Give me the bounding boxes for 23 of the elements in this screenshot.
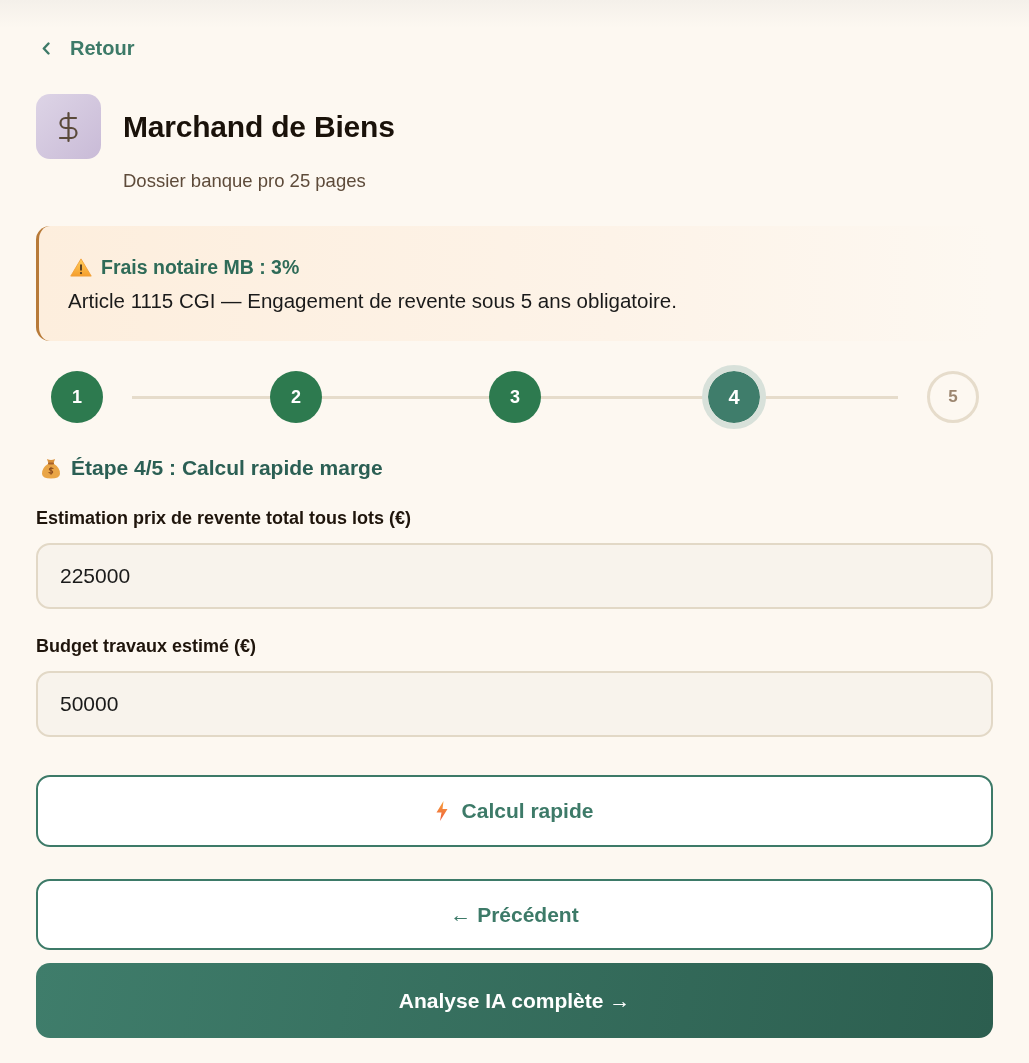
dollar-icon xyxy=(36,94,101,159)
money-bag-icon xyxy=(41,457,61,479)
warning-icon xyxy=(70,257,92,277)
quick-calc-button[interactable]: Calcul rapide xyxy=(36,775,993,847)
step-indicator: 4 xyxy=(702,365,766,429)
step-indicator: 2 xyxy=(270,371,322,423)
input-field[interactable]: 50000 xyxy=(36,671,993,737)
chevron-left-icon xyxy=(42,41,50,55)
step-indicator: 3 xyxy=(489,371,541,423)
field-label: Estimation prix de revente total tous lots (€) xyxy=(36,507,413,529)
step-indicator: 5 xyxy=(927,371,979,423)
notice-title: Frais notaire MB : 3% xyxy=(101,255,300,279)
previous-button[interactable]: ← Précédent xyxy=(36,879,993,950)
step-heading: Étape 4/5 : Calcul rapide marge xyxy=(71,455,383,481)
page-subtitle: Dossier banque pro 25 pages xyxy=(123,170,367,192)
lightning-icon xyxy=(435,801,448,821)
field-label: Budget travaux estimé (€) xyxy=(36,635,258,657)
back-link[interactable]: Retour xyxy=(42,36,135,60)
page-title: Marchand de Biens xyxy=(123,108,395,145)
analysis-button[interactable]: Analyse IA complète → xyxy=(36,963,993,1038)
step-indicator: 1 xyxy=(51,371,103,423)
notice-text: Article 1115 CGI — Engagement de revente sous 5 ans obligatoire. xyxy=(68,289,678,313)
input-field[interactable]: 225000 xyxy=(36,543,993,609)
